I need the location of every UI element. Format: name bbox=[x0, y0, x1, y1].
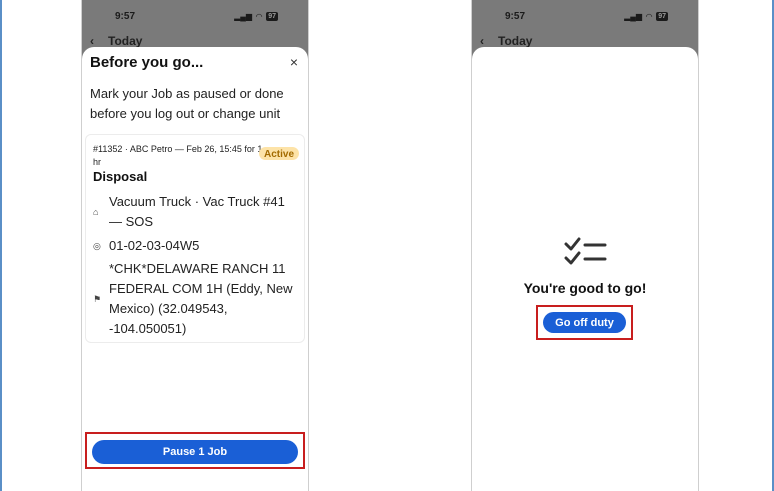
status-badge: Active bbox=[258, 147, 299, 160]
flag-icon: ⚑ bbox=[93, 293, 102, 304]
before-you-go-sheet: Before you go... × Mark your Job as paus… bbox=[82, 47, 308, 491]
background-title: Today bbox=[498, 34, 533, 48]
background-header: ‹ Today bbox=[90, 34, 142, 48]
close-icon[interactable]: × bbox=[290, 54, 298, 70]
wifi-icon: ◠ bbox=[646, 11, 653, 21]
site-row: ⚑ *CHK*DELAWARE RANCH 11 FEDERAL COM 1H … bbox=[93, 259, 298, 339]
checklist-icon bbox=[564, 237, 607, 265]
vehicle-text: Vacuum Truck · Vac Truck #41 — SOS bbox=[109, 194, 285, 229]
background-header: ‹ Today bbox=[480, 34, 532, 48]
location-code-text: 01-02-03-04W5 bbox=[109, 238, 200, 253]
status-icons: ▂▄▆ ◠ 97 bbox=[234, 11, 278, 21]
battery-icon: 97 bbox=[266, 11, 278, 21]
signal-icon: ▂▄▆ bbox=[234, 11, 253, 21]
good-to-go-panel: You're good to go! bbox=[472, 236, 698, 296]
wifi-icon: ◠ bbox=[256, 11, 263, 21]
left-phone-screen: 9:57 ▂▄▆ ◠ 97 ‹ Today Before you go... ×… bbox=[81, 0, 309, 491]
back-chevron-icon[interactable]: ‹ bbox=[90, 34, 94, 48]
back-chevron-icon[interactable]: ‹ bbox=[480, 34, 484, 48]
left-frame-border bbox=[0, 0, 2, 491]
location-code-row: ◎ 01-02-03-04W5 bbox=[93, 236, 298, 256]
status-time: 9:57 bbox=[505, 10, 526, 22]
pause-button-highlight: Pause 1 Job bbox=[85, 432, 305, 469]
signal-icon: ▂▄▆ bbox=[624, 11, 643, 21]
vehicle-row: ⌂ Vacuum Truck · Vac Truck #41 — SOS bbox=[93, 192, 298, 232]
good-to-go-message: You're good to go! bbox=[523, 280, 647, 296]
battery-icon: 97 bbox=[656, 11, 668, 21]
status-icons: ▂▄▆ ◠ 97 bbox=[624, 11, 668, 21]
sheet-subtitle: Mark your Job as paused or done before y… bbox=[90, 86, 284, 121]
good-to-go-sheet: You're good to go! Go off duty bbox=[472, 47, 698, 491]
pause-job-button[interactable]: Pause 1 Job bbox=[92, 440, 298, 464]
truck-icon: ⌂ bbox=[93, 207, 99, 217]
background-title: Today bbox=[108, 34, 143, 48]
off-duty-button-highlight: Go off duty bbox=[536, 305, 633, 340]
pin-icon: ◎ bbox=[93, 240, 101, 251]
status-bar: 9:57 ▂▄▆ ◠ 97 bbox=[472, 0, 698, 32]
job-card[interactable]: #11352 · ABC Petro — Feb 26, 15:45 for 1… bbox=[85, 134, 305, 343]
job-meta: #11352 · ABC Petro — Feb 26, 15:45 for 1… bbox=[93, 144, 263, 167]
status-bar: 9:57 ▂▄▆ ◠ 97 bbox=[82, 0, 308, 32]
job-type: Disposal bbox=[93, 169, 148, 184]
site-text: *CHK*DELAWARE RANCH 11 FEDERAL COM 1H (E… bbox=[109, 261, 293, 336]
right-phone-screen: 9:57 ▂▄▆ ◠ 97 ‹ Today You're good to go!… bbox=[471, 0, 699, 491]
go-off-duty-button[interactable]: Go off duty bbox=[543, 312, 626, 333]
sheet-title: Before you go... bbox=[90, 54, 204, 71]
status-time: 9:57 bbox=[115, 10, 136, 22]
